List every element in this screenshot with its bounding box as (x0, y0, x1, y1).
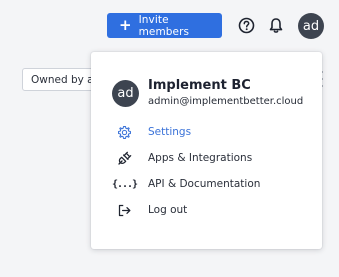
plug-icon (116, 150, 133, 167)
question-circle-icon[interactable] (238, 17, 255, 34)
plus-icon: + (119, 16, 132, 34)
user-email: admin@implementbetter.cloud (148, 96, 304, 107)
menu-item-log-out[interactable]: Log out (116, 201, 187, 219)
gear-icon (116, 124, 133, 141)
bell-icon[interactable] (268, 17, 284, 34)
invite-members-button[interactable]: + Invite members (107, 13, 222, 38)
menu-item-settings[interactable]: Settings (116, 123, 191, 141)
logout-icon (116, 202, 133, 219)
menu-item-label: Apps & Integrations (148, 152, 253, 164)
menu-item-label: Log out (148, 204, 188, 216)
menu-item-label: API & Documentation (148, 178, 261, 190)
user-name: Implement BC (148, 78, 251, 93)
user-avatar-button[interactable]: ad (298, 13, 324, 39)
menu-item-apps-integrations[interactable]: Apps & Integrations (116, 149, 252, 167)
owned-by-filter-label: Owned by ar (31, 73, 98, 86)
menu-item-label: Settings (148, 126, 192, 138)
invite-members-label: Invite members (138, 13, 190, 38)
avatar-initials: ad (302, 18, 320, 34)
avatar: ad (112, 80, 139, 107)
menu-item-api-documentation[interactable]: {...} API & Documentation (111, 175, 261, 193)
code-braces-icon: {...} (111, 178, 138, 190)
avatar-initials: ad (117, 86, 134, 101)
user-menu-dropdown: ad Implement BC admin@implementbetter.cl… (91, 52, 322, 249)
